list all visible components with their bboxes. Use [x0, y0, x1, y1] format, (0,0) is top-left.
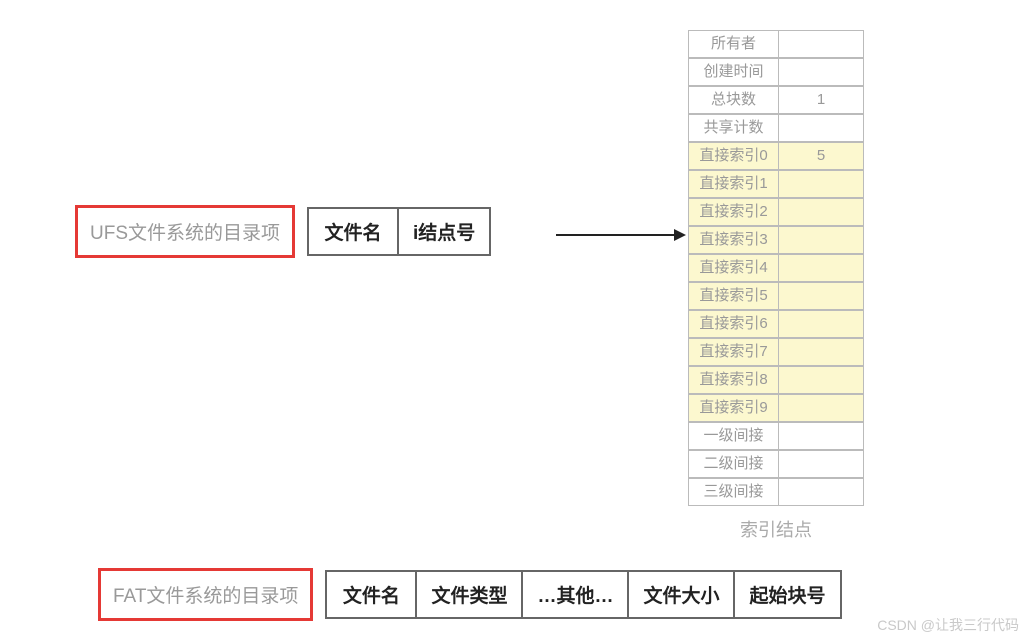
inode-row: 创建时间 [688, 58, 864, 86]
fat-col-1: 文件类型 [417, 570, 523, 619]
inode-row: 直接索引5 [688, 282, 864, 310]
inode-row-value: 5 [778, 142, 864, 170]
ufs-title-box: UFS文件系统的目录项 [75, 205, 295, 258]
fat-col-4: 起始块号 [735, 570, 841, 619]
ufs-title-text: UFS文件系统的目录项 [90, 223, 280, 244]
fat-section: FAT文件系统的目录项 文件名 文件类型 …其他… 文件大小 起始块号 [98, 568, 842, 621]
inode-row: 直接索引05 [688, 142, 864, 170]
inode-row-label: 所有者 [688, 30, 778, 58]
inode-row-value [778, 310, 864, 338]
inode-row: 直接索引8 [688, 366, 864, 394]
inode-row-value [778, 30, 864, 58]
inode-row: 直接索引3 [688, 226, 864, 254]
inode-row-label: 直接索引1 [688, 170, 778, 198]
inode-row-value: 1 [778, 86, 864, 114]
inode-row-value [778, 282, 864, 310]
ufs-directory-entry: 文件名 i结点号 [307, 207, 491, 256]
inode-row-value [778, 198, 864, 226]
inode-row-label: 创建时间 [688, 58, 778, 86]
inode-row: 所有者 [688, 30, 864, 58]
inode-row-label: 二级间接 [688, 450, 778, 478]
inode-row: 二级间接 [688, 450, 864, 478]
watermark-text: CSDN @让我三行代码 [877, 615, 1019, 635]
inode-row-value [778, 58, 864, 86]
arrow-to-inode [556, 225, 686, 245]
inode-row: 直接索引4 [688, 254, 864, 282]
inode-row-value [778, 226, 864, 254]
inode-row-value [778, 338, 864, 366]
fat-col-3: 文件大小 [629, 570, 735, 619]
inode-row: 直接索引1 [688, 170, 864, 198]
inode-row: 直接索引7 [688, 338, 864, 366]
inode-table: 所有者创建时间总块数1共享计数直接索引05直接索引1直接索引2直接索引3直接索引… [688, 30, 864, 542]
inode-row-value [778, 422, 864, 450]
inode-row-label: 直接索引9 [688, 394, 778, 422]
inode-row-label: 直接索引0 [688, 142, 778, 170]
inode-row-label: 直接索引3 [688, 226, 778, 254]
inode-row-value [778, 450, 864, 478]
inode-caption: 索引结点 [688, 516, 864, 542]
inode-row-value [778, 366, 864, 394]
inode-row: 三级间接 [688, 478, 864, 506]
fat-title-box: FAT文件系统的目录项 [98, 568, 313, 621]
inode-row-label: 直接索引2 [688, 198, 778, 226]
fat-directory-entry: 文件名 文件类型 …其他… 文件大小 起始块号 [325, 570, 841, 619]
inode-row: 一级间接 [688, 422, 864, 450]
inode-row: 总块数1 [688, 86, 864, 114]
fat-col-2: …其他… [523, 570, 629, 619]
inode-row-label: 直接索引6 [688, 310, 778, 338]
inode-row-label: 共享计数 [688, 114, 778, 142]
inode-row-label: 三级间接 [688, 478, 778, 506]
inode-row-value [778, 114, 864, 142]
inode-row: 直接索引6 [688, 310, 864, 338]
inode-row: 共享计数 [688, 114, 864, 142]
inode-row: 直接索引9 [688, 394, 864, 422]
inode-row-label: 直接索引8 [688, 366, 778, 394]
fat-col-0: 文件名 [325, 570, 417, 619]
ufs-col-filename: 文件名 [307, 207, 399, 256]
fat-title-text: FAT文件系统的目录项 [113, 586, 298, 607]
inode-row-value [778, 170, 864, 198]
inode-row-label: 一级间接 [688, 422, 778, 450]
inode-row-value [778, 478, 864, 506]
inode-row-label: 直接索引5 [688, 282, 778, 310]
inode-row-label: 直接索引4 [688, 254, 778, 282]
inode-row-label: 直接索引7 [688, 338, 778, 366]
inode-row-value [778, 254, 864, 282]
inode-row-value [778, 394, 864, 422]
inode-row: 直接索引2 [688, 198, 864, 226]
ufs-col-inode: i结点号 [399, 207, 491, 256]
ufs-section: UFS文件系统的目录项 文件名 i结点号 [75, 205, 491, 258]
inode-row-label: 总块数 [688, 86, 778, 114]
